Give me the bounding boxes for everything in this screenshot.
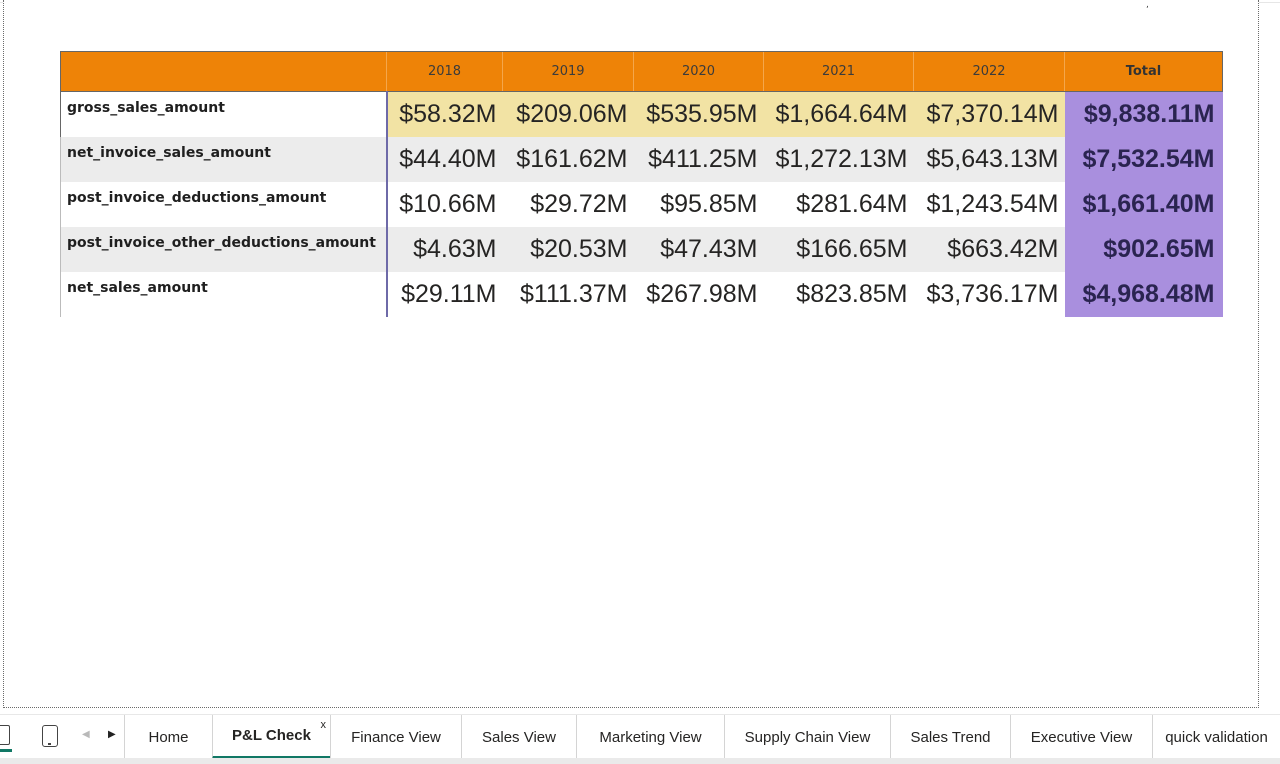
- row-label[interactable]: gross_sales_amount: [60, 91, 388, 137]
- tab-pl-check[interactable]: P&L Check x: [212, 715, 330, 759]
- tab-label: Supply Chain View: [744, 728, 871, 746]
- total-cell[interactable]: $4,968.48M: [1064, 271, 1223, 317]
- matrix-row-post-invoice-deductions: post_invoice_deductions_amount $10.66M $…: [60, 181, 1223, 227]
- value-cell[interactable]: $29.72M: [503, 182, 634, 227]
- row-label[interactable]: net_invoice_sales_amount: [60, 136, 388, 182]
- tab-label: Sales View: [482, 728, 556, 746]
- value-cell[interactable]: $5,643.13M: [913, 136, 1065, 182]
- tab-sales-trend[interactable]: Sales Trend: [890, 715, 1010, 759]
- status-strip: [0, 758, 1280, 764]
- tab-label: Marketing View: [599, 728, 702, 746]
- page-tab-bar: ◀ ▶ Home P&L Check x Finance View Sales …: [0, 714, 1280, 764]
- value-cell[interactable]: $44.40M: [386, 136, 503, 182]
- matrix-row-net-invoice-sales: net_invoice_sales_amount $44.40M $161.62…: [60, 136, 1223, 182]
- row-label[interactable]: net_sales_amount: [60, 271, 388, 317]
- value-cell[interactable]: $161.62M: [502, 136, 634, 182]
- row-label[interactable]: post_invoice_deductions_amount: [60, 181, 388, 227]
- tab-home[interactable]: Home: [124, 715, 212, 759]
- next-page-arrow-icon[interactable]: ▶: [108, 729, 116, 740]
- matrix-row-gross-sales: gross_sales_amount $58.32M $209.06M $535…: [60, 91, 1223, 137]
- tab-label: quick validation: [1165, 728, 1268, 746]
- total-cell[interactable]: $1,661.40M: [1064, 181, 1223, 227]
- matrix-visual[interactable]: 2018 2019 2020 2021 2022 Total gross_sal…: [60, 51, 1223, 317]
- matrix-header-row: 2018 2019 2020 2021 2022 Total: [60, 51, 1223, 92]
- tab-label: Sales Trend: [910, 728, 991, 746]
- total-cell[interactable]: $902.65M: [1064, 226, 1223, 272]
- visual-header-mark: ,: [1146, 0, 1149, 10]
- tab-executive-view[interactable]: Executive View: [1010, 715, 1152, 759]
- column-header-2020[interactable]: 2020: [633, 51, 764, 92]
- tab-label: Home: [148, 728, 189, 746]
- value-cell[interactable]: $267.98M: [634, 272, 764, 317]
- tab-sales-view[interactable]: Sales View: [461, 715, 576, 759]
- value-cell[interactable]: $58.32M: [386, 91, 503, 137]
- tab-marketing-view[interactable]: Marketing View: [576, 715, 724, 759]
- row-label[interactable]: post_invoice_other_deductions_amount: [60, 226, 388, 272]
- total-cell[interactable]: $7,532.54M: [1064, 136, 1223, 182]
- value-cell[interactable]: $411.25M: [633, 136, 764, 182]
- total-cell[interactable]: $9,838.11M: [1064, 91, 1223, 137]
- column-header-2022[interactable]: 2022: [913, 51, 1065, 92]
- tab-label: Finance View: [351, 728, 441, 746]
- value-cell[interactable]: $823.85M: [764, 272, 914, 317]
- close-tab-icon[interactable]: x: [321, 719, 327, 731]
- value-cell[interactable]: $535.95M: [633, 91, 764, 137]
- matrix-row-post-invoice-other-deductions: post_invoice_other_deductions_amount $4.…: [60, 226, 1223, 272]
- matrix-row-net-sales: net_sales_amount $29.11M $111.37M $267.9…: [60, 271, 1223, 317]
- tab-label: P&L Check: [232, 727, 311, 744]
- value-cell[interactable]: $111.37M: [503, 272, 634, 317]
- desktop-view-icon[interactable]: [0, 725, 10, 745]
- previous-page-arrow-icon[interactable]: ◀: [82, 729, 90, 740]
- value-cell[interactable]: $281.64M: [764, 182, 914, 227]
- tab-label: Executive View: [1030, 728, 1133, 746]
- mobile-view-icon[interactable]: [42, 725, 58, 747]
- column-header-total[interactable]: Total: [1064, 51, 1223, 92]
- tab-finance-view[interactable]: Finance View: [330, 715, 461, 759]
- tab-quick-validation[interactable]: quick validation: [1152, 715, 1280, 759]
- matrix-row-header-cell: [60, 51, 387, 92]
- value-cell[interactable]: $3,736.17M: [914, 272, 1065, 317]
- value-cell[interactable]: $10.66M: [387, 182, 503, 227]
- value-cell[interactable]: $1,272.13M: [763, 136, 914, 182]
- value-cell[interactable]: $4.63M: [386, 226, 503, 272]
- value-cell[interactable]: $1,664.64M: [763, 91, 914, 137]
- desktop-view-indicator: [0, 749, 12, 752]
- value-cell[interactable]: $209.06M: [502, 91, 634, 137]
- value-cell[interactable]: $7,370.14M: [913, 91, 1065, 137]
- value-cell[interactable]: $47.43M: [633, 226, 764, 272]
- column-header-2019[interactable]: 2019: [502, 51, 634, 92]
- value-cell[interactable]: $95.85M: [634, 182, 764, 227]
- column-header-2018[interactable]: 2018: [386, 51, 503, 92]
- value-cell[interactable]: $166.65M: [763, 226, 914, 272]
- value-cell[interactable]: $663.42M: [913, 226, 1065, 272]
- tab-supply-chain-view[interactable]: Supply Chain View: [724, 715, 890, 759]
- value-cell[interactable]: $20.53M: [502, 226, 634, 272]
- value-cell[interactable]: $1,243.54M: [914, 182, 1065, 227]
- column-header-2021[interactable]: 2021: [763, 51, 914, 92]
- value-cell[interactable]: $29.11M: [387, 272, 503, 317]
